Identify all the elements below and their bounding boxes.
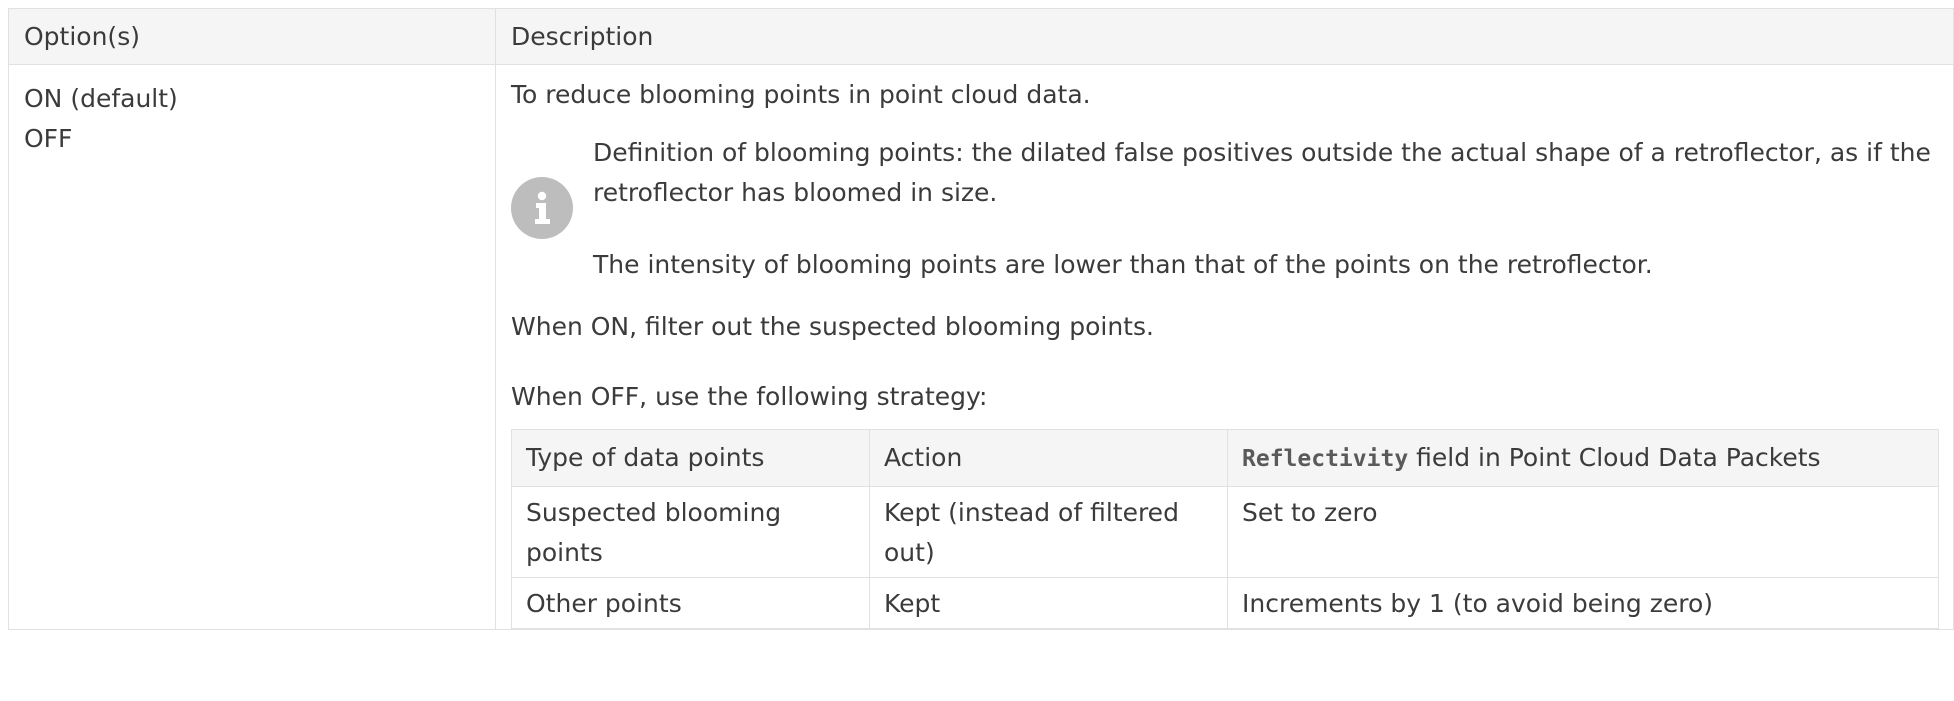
strategy-action-cell: Kept (instead of filtered out) bbox=[869, 486, 1228, 578]
field-header-rest: field in Point Cloud Data Packets bbox=[1408, 442, 1821, 472]
note-definition: Definition of blooming points: the dilat… bbox=[593, 138, 1931, 207]
table-row: ON (default) OFF To reduce blooming poin… bbox=[8, 64, 1954, 630]
strategy-header-action: Action bbox=[869, 429, 1228, 487]
strategy-field-cell: Increments by 1 (to avoid being zero) bbox=[1227, 577, 1939, 629]
info-icon bbox=[511, 177, 573, 239]
intro-text: To reduce blooming points in point cloud… bbox=[511, 80, 1091, 109]
strategy-header-row: Type of data points Action Reflectivity … bbox=[511, 429, 1939, 487]
header-description: Description bbox=[495, 8, 1954, 65]
options-table-header-row: Option(s) Description bbox=[8, 8, 1954, 65]
strategy-type-cell: Other points bbox=[511, 577, 870, 629]
options-cell: ON (default) OFF bbox=[8, 64, 496, 630]
document-page: Option(s) Description ON (default) OFF T… bbox=[0, 0, 1954, 701]
strategy-header-type: Type of data points bbox=[511, 429, 870, 487]
off-behavior-text: When OFF, use the following strategy: bbox=[511, 382, 988, 411]
table-row: Suspected blooming points Kept (instead … bbox=[511, 486, 1939, 578]
description-cell: To reduce blooming points in point cloud… bbox=[495, 64, 1954, 630]
header-options: Option(s) bbox=[8, 8, 496, 65]
strategy-field-cell: Set to zero bbox=[1227, 486, 1939, 578]
reflectivity-code: Reflectivity bbox=[1242, 445, 1409, 472]
note-intensity: The intensity of blooming points are low… bbox=[593, 250, 1653, 279]
options-table: Option(s) Description ON (default) OFF T… bbox=[8, 8, 1954, 630]
strategy-action-cell: Kept bbox=[869, 577, 1228, 629]
on-behavior-text: When ON, filter out the suspected bloomi… bbox=[511, 312, 1154, 341]
option-on: ON (default) bbox=[24, 84, 178, 113]
strategy-header-field: Reflectivity field in Point Cloud Data P… bbox=[1227, 429, 1939, 487]
strategy-type-cell: Suspected blooming points bbox=[511, 486, 870, 578]
option-off: OFF bbox=[24, 124, 73, 153]
info-note: Definition of blooming points: the dilat… bbox=[511, 133, 1953, 285]
table-row: Other points Kept Increments by 1 (to av… bbox=[511, 577, 1939, 629]
strategy-table: Type of data points Action Reflectivity … bbox=[511, 429, 1939, 629]
